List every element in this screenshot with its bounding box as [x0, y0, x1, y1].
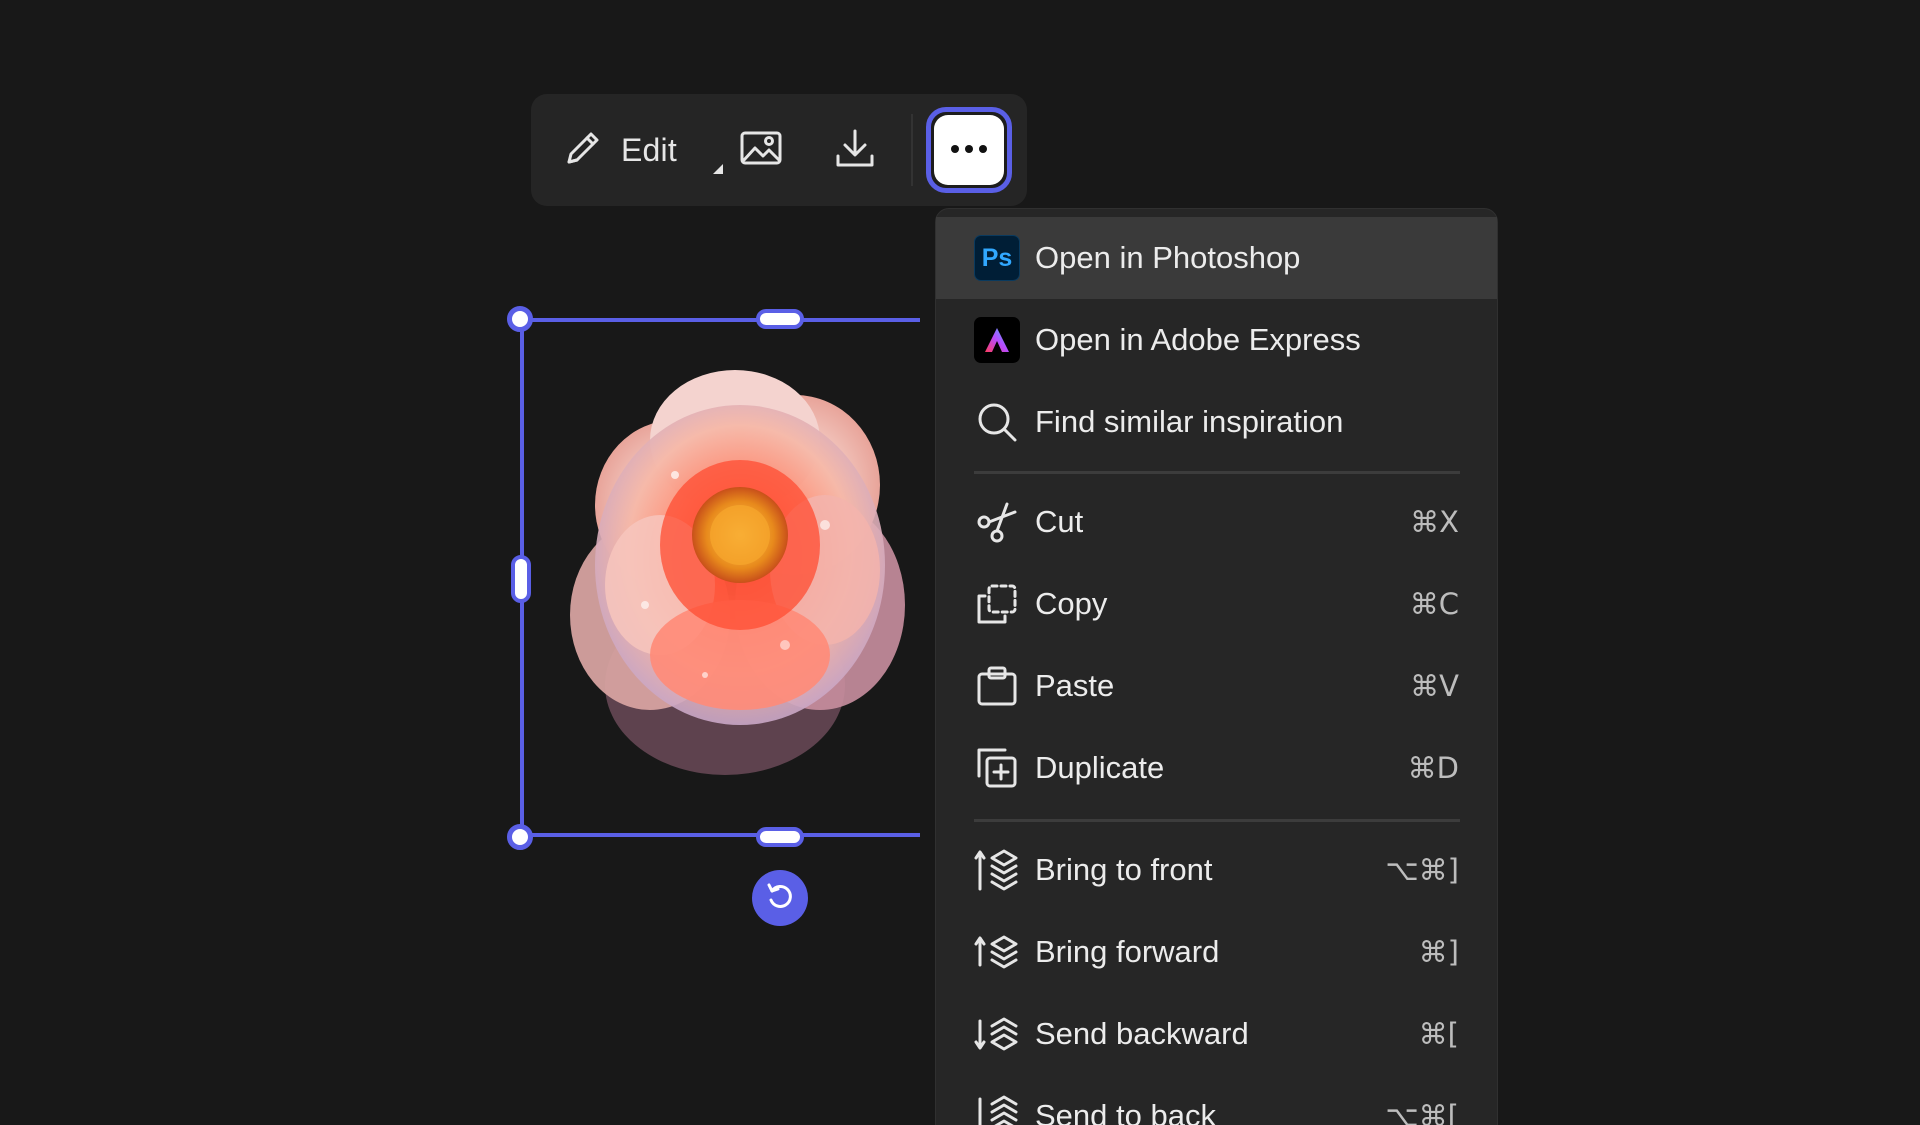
rotate-icon — [763, 879, 797, 918]
menu-item-open-in-adobe-express[interactable]: Open in Adobe Express — [936, 299, 1497, 381]
menu-separator — [974, 471, 1460, 474]
rotate-handle[interactable] — [752, 870, 808, 926]
shortcut-label: ⌥⌘[ — [1385, 1099, 1459, 1125]
download-icon — [833, 126, 877, 175]
menu-item-bring-forward[interactable]: Bring forward ⌘] — [936, 911, 1497, 993]
adobe-express-icon — [974, 317, 1020, 363]
menu-item-send-backward[interactable]: Send backward ⌘[ — [936, 993, 1497, 1075]
menu-item-paste[interactable]: Paste ⌘V — [936, 645, 1497, 727]
pencil-icon — [561, 126, 605, 175]
send-backward-icon — [974, 1011, 1020, 1057]
bring-to-front-icon — [974, 847, 1020, 893]
image-button[interactable] — [731, 122, 791, 178]
duplicate-icon — [974, 745, 1020, 791]
menu-item-label: Find similar inspiration — [1035, 404, 1344, 439]
floating-toolbar: Edit — [531, 94, 1027, 206]
menu-item-label: Bring to front — [1035, 852, 1213, 887]
edit-label: Edit — [621, 131, 677, 168]
resize-handle-top[interactable] — [756, 309, 804, 329]
download-button[interactable] — [825, 122, 885, 178]
menu-item-label: Open in Adobe Express — [1035, 322, 1361, 357]
canvas-stage[interactable]: Edit Ps Open in Photoshop Open in Adobe … — [0, 0, 1920, 1125]
menu-separator — [974, 819, 1460, 822]
dropdown-corner-icon — [713, 164, 723, 174]
shortcut-label: ⌘X — [1410, 505, 1459, 539]
menu-item-send-to-back[interactable]: Send to back ⌥⌘[ — [936, 1075, 1497, 1125]
scissors-icon — [974, 499, 1020, 545]
copy-icon — [974, 581, 1020, 627]
menu-item-find-similar-inspiration[interactable]: Find similar inspiration — [936, 381, 1497, 463]
menu-item-duplicate[interactable]: Duplicate ⌘D — [936, 727, 1497, 809]
menu-item-label: Open in Photoshop — [1035, 240, 1301, 275]
menu-item-label: Paste — [1035, 668, 1115, 703]
more-options-button[interactable] — [926, 107, 1012, 193]
shortcut-label: ⌥⌘] — [1385, 853, 1459, 887]
menu-item-open-in-photoshop[interactable]: Ps Open in Photoshop — [936, 217, 1497, 299]
shortcut-label: ⌘[ — [1418, 1017, 1459, 1051]
edit-button[interactable]: Edit — [561, 122, 723, 178]
resize-handle-bottom-left[interactable] — [507, 824, 533, 850]
search-icon — [974, 399, 1020, 445]
menu-item-label: Cut — [1035, 504, 1084, 539]
toolbar-divider — [911, 114, 913, 186]
context-menu: Ps Open in Photoshop Open in Adobe Expre… — [935, 208, 1498, 1125]
resize-handle-top-left[interactable] — [507, 306, 533, 332]
image-icon — [739, 128, 783, 173]
menu-item-label: Bring forward — [1035, 934, 1220, 969]
send-to-back-icon — [974, 1093, 1020, 1125]
shortcut-label: ⌘V — [1410, 669, 1459, 703]
paste-icon — [974, 663, 1020, 709]
menu-item-bring-to-front[interactable]: Bring to front ⌥⌘] — [936, 829, 1497, 911]
more-horizontal-icon — [949, 141, 989, 159]
resize-handle-bottom[interactable] — [756, 827, 804, 847]
menu-item-label: Send to back — [1035, 1098, 1216, 1125]
shortcut-label: ⌘C — [1409, 587, 1459, 621]
selection-frame — [520, 318, 920, 837]
menu-item-cut[interactable]: Cut ⌘X — [936, 481, 1497, 563]
menu-item-label: Send backward — [1035, 1016, 1249, 1051]
shortcut-label: ⌘D — [1407, 751, 1459, 785]
photoshop-icon: Ps — [974, 235, 1020, 281]
menu-item-label: Duplicate — [1035, 750, 1165, 785]
menu-item-label: Copy — [1035, 586, 1108, 621]
resize-handle-left[interactable] — [511, 555, 531, 603]
bring-forward-icon — [974, 929, 1020, 975]
menu-item-copy[interactable]: Copy ⌘C — [936, 563, 1497, 645]
shortcut-label: ⌘] — [1418, 935, 1459, 969]
